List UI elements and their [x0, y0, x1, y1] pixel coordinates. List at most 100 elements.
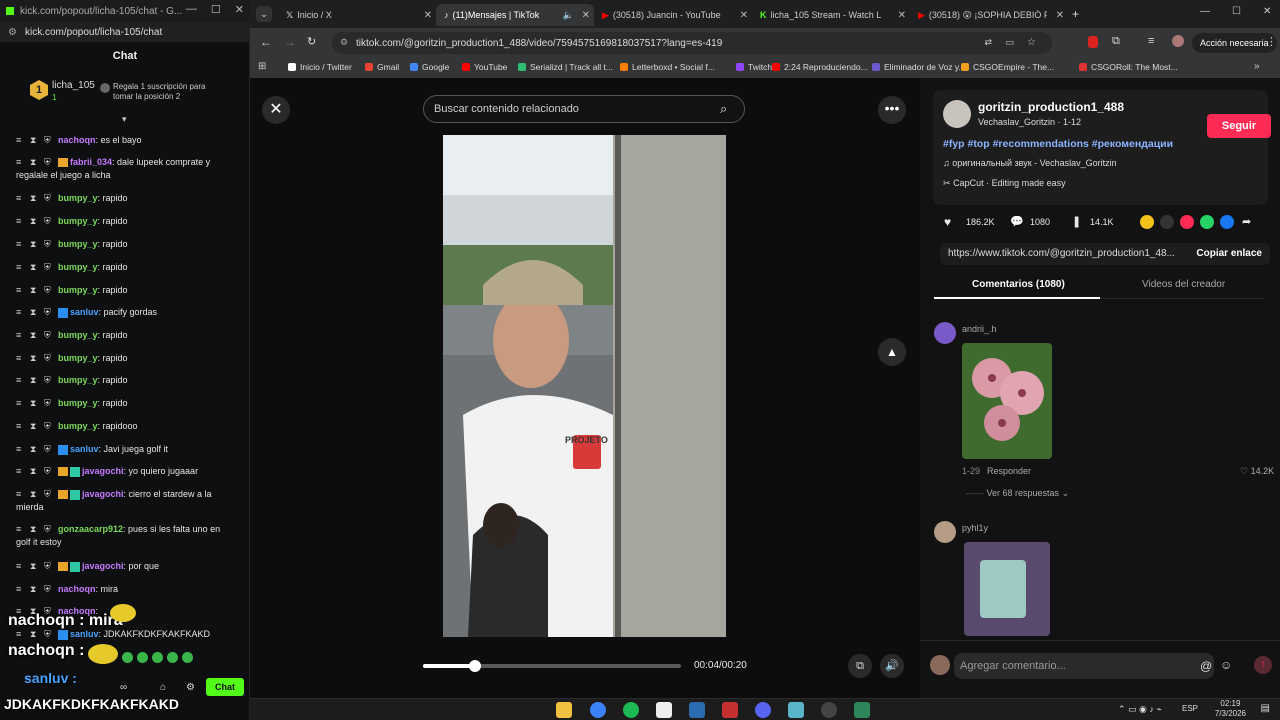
timeout-icon[interactable]: ⧗: [30, 583, 38, 596]
tab-youtube[interactable]: ▶ (30518) Juancin - YouTube ✕: [594, 4, 752, 26]
shield-icon[interactable]: ⛨: [44, 465, 52, 478]
delete-icon[interactable]: ≡: [16, 156, 24, 169]
back-icon[interactable]: ←: [260, 35, 272, 49]
cast-icon[interactable]: ▭: [1005, 37, 1014, 48]
chat-username[interactable]: bumpy_y: [58, 398, 98, 408]
action-needed-button[interactable]: Acción necesaria: [1192, 33, 1277, 53]
apps-grid-icon[interactable]: ⊞: [258, 61, 266, 72]
delete-icon[interactable]: ≡: [16, 215, 24, 228]
timeout-icon[interactable]: ⧗: [30, 488, 38, 501]
chat-username[interactable]: nachoqn: [58, 584, 96, 594]
shield-icon[interactable]: ⛨: [44, 134, 52, 147]
chat-username[interactable]: bumpy_y: [58, 193, 98, 203]
extension-icon[interactable]: [1088, 36, 1098, 48]
shield-icon[interactable]: ⛨: [44, 397, 52, 410]
pip-icon[interactable]: ⧉: [848, 654, 872, 678]
close-tab-icon[interactable]: ✕: [898, 10, 906, 21]
shield-icon[interactable]: ⛨: [44, 420, 52, 433]
chat-username[interactable]: bumpy_y: [58, 262, 98, 272]
comment-input[interactable]: Agregar comentario...: [954, 653, 1214, 679]
chat-username[interactable]: sanluv: [70, 307, 99, 317]
close-icon[interactable]: ✕: [235, 3, 244, 16]
app-icon[interactable]: [854, 702, 870, 718]
comment-image[interactable]: [962, 343, 1052, 459]
delete-icon[interactable]: ≡: [16, 523, 24, 536]
delete-icon[interactable]: ≡: [16, 397, 24, 410]
gear-icon[interactable]: ⚙: [186, 682, 195, 693]
follow-button[interactable]: Seguir: [1207, 114, 1271, 138]
bookmark-item[interactable]: Eliminador de Voz y...: [872, 62, 966, 72]
delete-icon[interactable]: ≡: [16, 443, 24, 456]
chat-username[interactable]: javagochi: [82, 489, 124, 499]
file-explorer-icon[interactable]: [556, 702, 572, 718]
whatsapp-icon[interactable]: [1200, 215, 1214, 229]
delete-icon[interactable]: ≡: [16, 238, 24, 251]
author-username[interactable]: goritzin_production1_488: [978, 100, 1124, 114]
timeout-icon[interactable]: ⧗: [30, 284, 38, 297]
mention-icon[interactable]: @: [1200, 659, 1212, 673]
tab-x[interactable]: 𝕏 Inicio / X ✕: [278, 4, 436, 26]
progress-knob[interactable]: [468, 660, 481, 672]
delete-icon[interactable]: ≡: [16, 488, 24, 501]
minimize-icon[interactable]: —: [1200, 6, 1210, 17]
delete-icon[interactable]: ≡: [16, 306, 24, 319]
clock[interactable]: 02:19 7/3/2026: [1215, 699, 1246, 719]
related-search-input[interactable]: Buscar contenido relacionado: [423, 95, 745, 123]
facebook-icon[interactable]: [1220, 215, 1234, 229]
tab-comments[interactable]: Comentarios (1080): [972, 279, 1065, 290]
sound-row[interactable]: ♫ оригинальный звук - Vechaslav_Goritzin: [943, 158, 1117, 168]
close-tab-icon[interactable]: ✕: [582, 10, 590, 21]
hashtags[interactable]: #fyp #top #recommendations #рекомендации: [943, 138, 1173, 150]
site-info-icon[interactable]: ⚙: [340, 37, 348, 48]
app-icon[interactable]: [722, 702, 738, 718]
minimize-icon[interactable]: —: [186, 3, 197, 16]
bookmark-item[interactable]: Twitch: [736, 62, 772, 72]
shield-icon[interactable]: ⛨: [44, 352, 52, 365]
author-avatar[interactable]: [943, 100, 971, 128]
timeout-icon[interactable]: ⧗: [30, 215, 38, 228]
chat-username[interactable]: bumpy_y: [58, 285, 98, 295]
extensions-puzzle-icon[interactable]: ⧉: [1112, 35, 1120, 48]
previous-video-button[interactable]: ▲: [878, 338, 906, 366]
delete-icon[interactable]: ≡: [16, 134, 24, 147]
chat-username[interactable]: javagochi: [82, 466, 124, 476]
comment-icon[interactable]: 💬: [1010, 215, 1024, 228]
timeout-icon[interactable]: ⧗: [30, 329, 38, 342]
commenter-name[interactable]: pyhl1y: [962, 523, 988, 533]
copy-link-button[interactable]: Copiar enlace: [1196, 243, 1262, 265]
timeout-icon[interactable]: ⧗: [30, 192, 38, 205]
chat-username[interactable]: bumpy_y: [58, 353, 98, 363]
bookmark-item[interactable]: 2:24 Reproduciendo...: [772, 62, 868, 72]
shield-icon[interactable]: ⛨: [44, 284, 52, 297]
shield-icon[interactable]: ⛨: [44, 583, 52, 596]
shield-icon[interactable]: ⛨: [44, 374, 52, 387]
bookmark-item[interactable]: Gmail: [365, 62, 399, 72]
media-icon[interactable]: ≡: [1148, 35, 1154, 47]
close-icon[interactable]: ✕: [1263, 6, 1271, 17]
delete-icon[interactable]: ≡: [16, 583, 24, 596]
delete-icon[interactable]: ≡: [16, 329, 24, 342]
bookmark-item[interactable]: YouTube: [462, 62, 507, 72]
close-video-button[interactable]: ✕: [262, 96, 290, 124]
discord-icon[interactable]: [755, 702, 771, 718]
chat-username[interactable]: bumpy_y: [58, 330, 98, 340]
profile-avatar[interactable]: [1172, 35, 1184, 47]
more-options-button[interactable]: •••: [878, 96, 906, 124]
chat-username[interactable]: nachoqn: [58, 135, 96, 145]
comment-image[interactable]: [964, 542, 1050, 636]
heart-icon[interactable]: ♥: [944, 215, 951, 229]
timeout-icon[interactable]: ⧗: [30, 156, 38, 169]
share-icon[interactable]: ➦: [1242, 215, 1251, 228]
comment-likes[interactable]: ♡ 14.2K: [1240, 466, 1274, 477]
chat-username[interactable]: bumpy_y: [58, 239, 98, 249]
video-progress-bar[interactable]: [423, 660, 681, 672]
close-tab-icon[interactable]: ✕: [424, 10, 432, 21]
notification-icon[interactable]: ▤: [1261, 703, 1270, 714]
delete-icon[interactable]: ≡: [16, 192, 24, 205]
chat-username[interactable]: sanluv: [70, 629, 99, 639]
delete-icon[interactable]: ≡: [16, 420, 24, 433]
delete-icon[interactable]: ≡: [16, 374, 24, 387]
maximize-icon[interactable]: ☐: [1232, 6, 1241, 17]
star-icon[interactable]: ☆: [1027, 37, 1036, 48]
coin-icon[interactable]: [1140, 215, 1154, 229]
